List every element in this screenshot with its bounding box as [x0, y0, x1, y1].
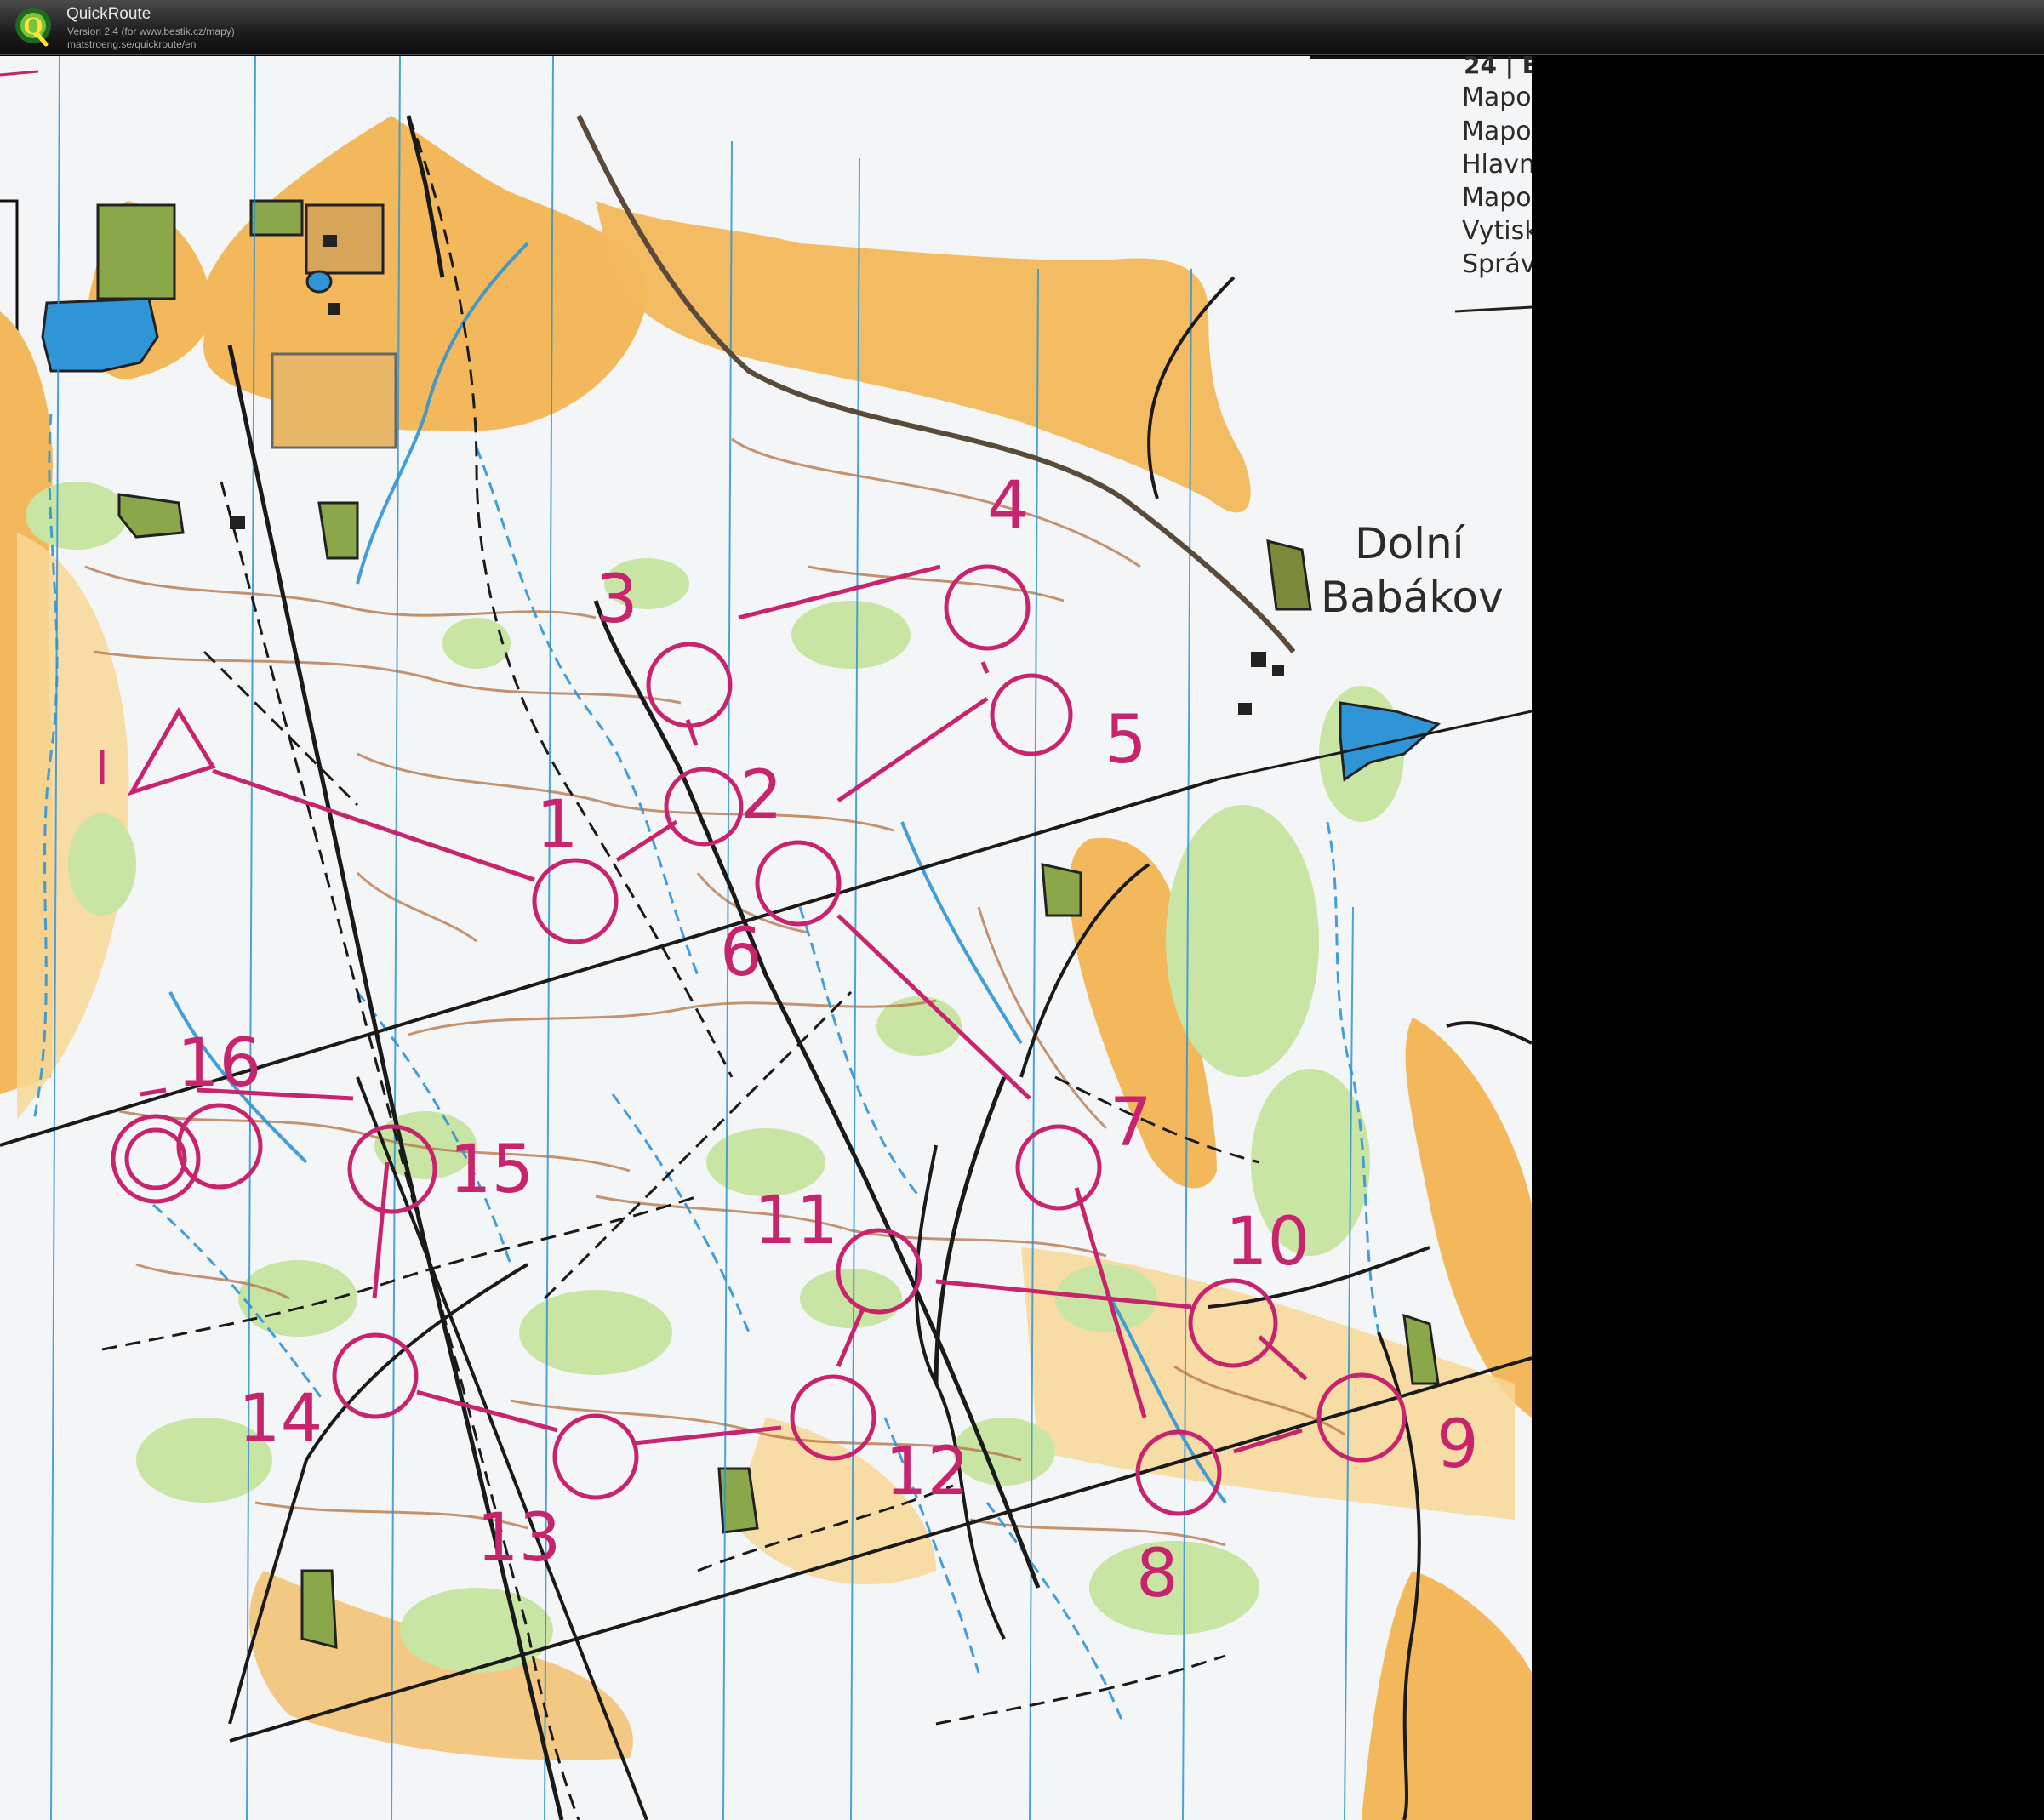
app-version: Version 2.4 (for www.bestik.cz/mapy): [67, 26, 235, 37]
orienteering-map[interactable]: Dolní Babákov 24 | E Mapo Mapo Hlavn Map…: [0, 56, 1532, 1820]
legend-header: 24 | E: [1464, 56, 1532, 79]
control-number-4: 4: [987, 468, 1030, 545]
title-bar: Q QuickRoute Version 2.4 (for www.bestik…: [0, 0, 2044, 55]
control-number-5: 5: [1105, 702, 1147, 779]
control-number-6: 6: [720, 915, 762, 991]
map-legend: 24 | E Mapo Mapo Hlavn Mapo Vytisk Správ: [1454, 56, 1532, 313]
control-number-1: 1: [536, 787, 579, 864]
control-number-12: 12: [885, 1434, 969, 1510]
legend-line: Vytisk: [1462, 216, 1532, 246]
control-number-10: 10: [1225, 1204, 1310, 1281]
control-number-7: 7: [1110, 1085, 1152, 1161]
place-name-line2: Babákov: [1321, 573, 1504, 622]
quickroute-logo-icon: Q: [15, 8, 51, 47]
control-number-9: 9: [1436, 1406, 1479, 1483]
control-number-14: 14: [238, 1381, 323, 1458]
control-number-8: 8: [1136, 1536, 1179, 1612]
legend-line: Mapo: [1462, 117, 1532, 146]
control-number-15: 15: [449, 1132, 534, 1208]
legend-line: Správ: [1462, 249, 1532, 279]
control-number-2: 2: [740, 757, 783, 834]
app-url: matstroeng.se/quickroute/en: [67, 38, 197, 50]
place-name-line1: Dolní: [1355, 519, 1466, 568]
legend-line: Mapo: [1462, 183, 1532, 213]
control-number-16: 16: [177, 1025, 261, 1102]
control-number-3: 3: [596, 562, 638, 638]
control-number-13: 13: [477, 1500, 561, 1577]
legend-line: Mapo: [1462, 83, 1532, 112]
legend-line: Hlavn: [1462, 150, 1532, 180]
app-title: QuickRoute: [66, 5, 151, 23]
control-number-11: 11: [754, 1183, 838, 1259]
